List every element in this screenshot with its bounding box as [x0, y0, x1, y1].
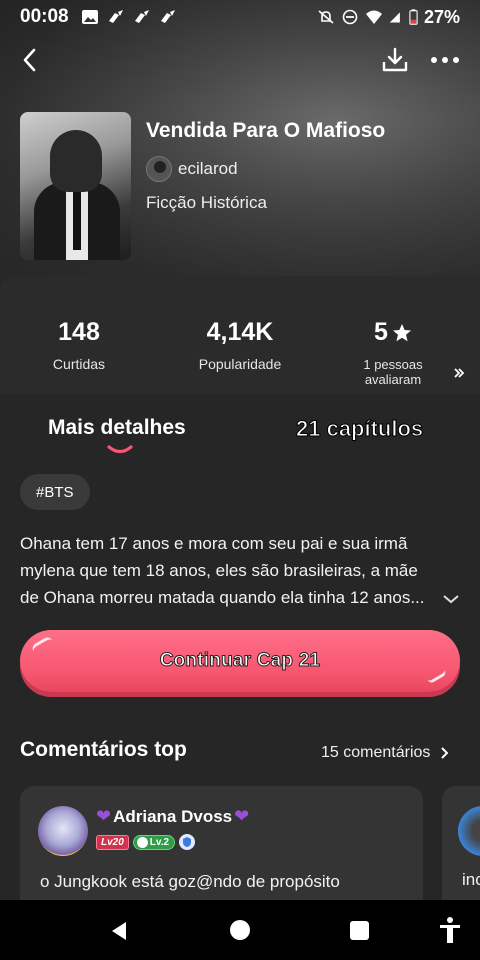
brush-icon: [108, 10, 123, 23]
star-icon: [392, 323, 411, 341]
purple-heart-icon: ❤: [96, 806, 112, 826]
brush-icon: [134, 10, 149, 23]
likes-value: 148: [58, 318, 100, 346]
story-title: Vendida Para O Mafioso: [146, 119, 386, 142]
author-name: ecilarod: [178, 159, 238, 178]
mute-icon: [318, 10, 334, 24]
commenter-avatar[interactable]: [458, 806, 480, 856]
author-avatar: [146, 156, 172, 182]
likes-label: Curtidas: [52, 356, 106, 372]
chevron-right-icon: [441, 747, 449, 759]
level-badge: Lv20: [96, 834, 129, 850]
back-button[interactable]: [14, 42, 46, 78]
comment-text: o Jungkook está goz@ndo de propósito: [40, 872, 340, 891]
status-time: 00:08: [20, 6, 69, 27]
tab-chapters[interactable]: 21 capítulos: [295, 416, 423, 442]
details-panel: 148 Curtidas 4,14K Popularidade 5 1 pess…: [0, 276, 480, 960]
expand-synopsis-button[interactable]: [440, 590, 462, 608]
system-nav-bar: [0, 900, 480, 960]
shield-badge-icon: [179, 834, 196, 850]
synopsis-text: Ohana tem 17 anos e mora com seu pai e s…: [20, 534, 425, 607]
tabs: Mais detalhes 21 capítulos: [0, 404, 480, 458]
comments-heading: Comentários top: [20, 738, 187, 761]
rank-icon: [136, 836, 148, 848]
chevron-left-icon: [23, 48, 36, 72]
rating-label-line1: 1 pessoas: [363, 357, 423, 372]
battery-percent: 27%: [423, 6, 460, 27]
dnd-icon: [342, 9, 358, 25]
top-bar: [0, 40, 480, 80]
popularity-label: Popularidade: [198, 356, 282, 372]
stat-rating[interactable]: 5 1 pessoas avaliaram: [318, 318, 468, 387]
tab-active-indicator: [107, 445, 133, 454]
commenter-badges: Lv20 Lv.2: [96, 834, 196, 850]
comments-count: 15 comentários: [321, 744, 431, 761]
nav-recents-icon[interactable]: [350, 921, 369, 940]
gallery-icon: [81, 10, 98, 24]
stats-more-button[interactable]: [450, 364, 468, 382]
battery-icon: [409, 9, 418, 25]
download-button[interactable]: [378, 42, 412, 78]
stat-popularity: 4,14K Popularidade: [165, 318, 315, 372]
commenter-avatar[interactable]: [38, 806, 88, 856]
signal-icon: [389, 12, 400, 23]
purple-heart-icon: ❤: [234, 806, 250, 826]
status-bar: 00:08 27%: [0, 0, 480, 34]
continue-label: Continuar Cap 21: [159, 650, 321, 672]
story-cover-image[interactable]: [20, 112, 131, 260]
accessibility-icon[interactable]: [438, 916, 462, 944]
tab-details[interactable]: Mais detalhes: [48, 416, 186, 440]
comment-text: inc: [462, 870, 480, 889]
more-dots-icon: [431, 57, 459, 63]
rating-value: 5: [374, 318, 388, 346]
story-genre: Ficção Histórica: [146, 193, 267, 212]
double-chevron-right-icon: [454, 368, 465, 378]
stat-likes: 148 Curtidas: [4, 318, 154, 372]
brush-icon: [160, 10, 175, 23]
stats-row: 148 Curtidas 4,14K Popularidade 5 1 pess…: [0, 276, 480, 394]
tag-chip[interactable]: #BTS: [20, 474, 90, 510]
nav-home-icon[interactable]: [230, 920, 250, 940]
rating-label-line2: avaliaram: [364, 372, 422, 387]
comments-count-link[interactable]: 15 comentários: [321, 744, 449, 762]
commenter-name: Adriana Dvoss: [113, 806, 233, 826]
chevron-down-icon: [443, 595, 459, 604]
popularity-value: 4,14K: [206, 318, 274, 346]
download-icon: [382, 47, 408, 72]
more-options-button[interactable]: [426, 42, 464, 78]
continue-reading-button[interactable]: Continuar Cap 21: [20, 630, 460, 692]
wifi-icon: [365, 10, 382, 24]
author-link[interactable]: ecilarod: [146, 156, 238, 182]
rank-badge: Lv.2: [132, 834, 176, 850]
nav-back-icon[interactable]: [108, 920, 130, 942]
